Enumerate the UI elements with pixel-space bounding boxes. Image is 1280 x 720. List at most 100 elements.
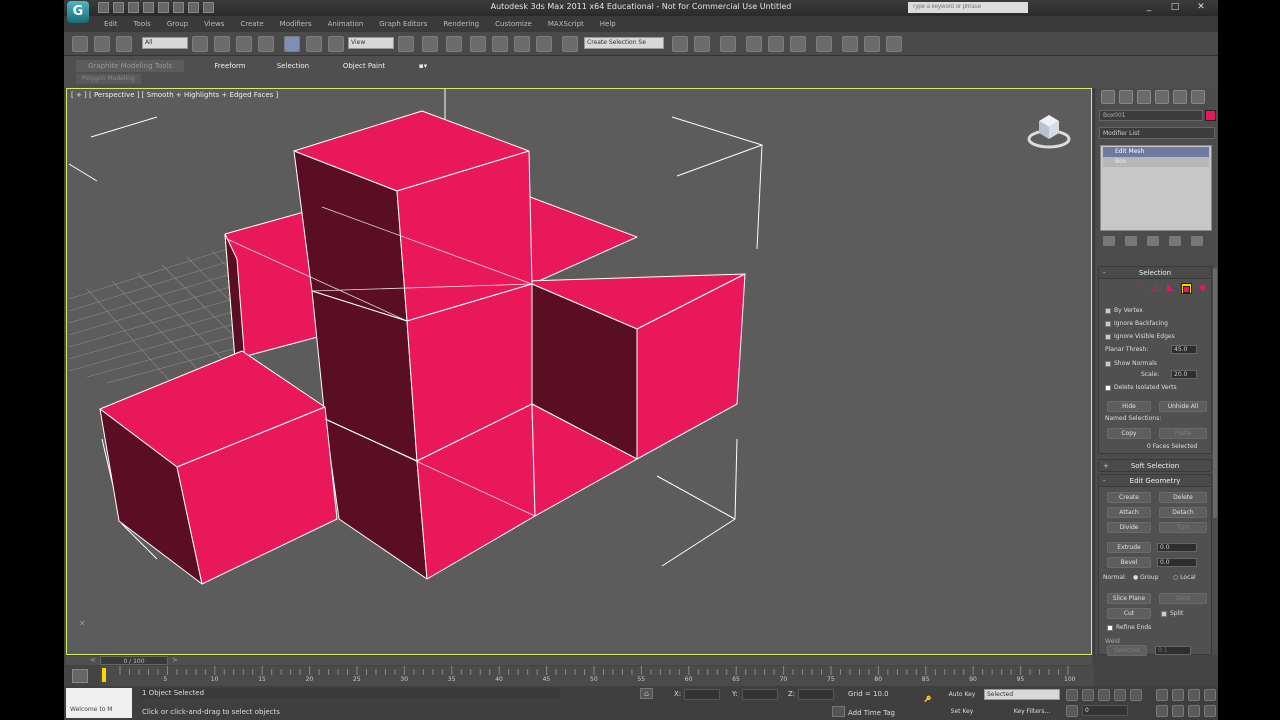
weld-threshold-field[interactable]: 0.1 (1155, 646, 1191, 655)
mirror-icon[interactable] (672, 36, 688, 52)
remove-modifier-icon[interactable] (1169, 236, 1181, 246)
scale-field[interactable]: 20.0 (1171, 370, 1197, 379)
maximize-button[interactable]: □ (1162, 1, 1188, 14)
menu-tools[interactable]: Tools (134, 20, 151, 28)
select-object-icon[interactable] (192, 36, 208, 52)
group-radio[interactable]: ● Group (1133, 574, 1158, 581)
delete-button[interactable]: Delete (1159, 492, 1207, 503)
hide-button[interactable]: Hide (1107, 401, 1151, 412)
selection-rollout-header[interactable]: - Selection (1099, 267, 1211, 279)
selection-filter-dropdown[interactable]: All (142, 37, 188, 49)
time-slider[interactable]: 0 / 100 < > (66, 656, 1092, 665)
tab-graphite-modeling-tools[interactable]: Graphite Modeling Tools (76, 60, 184, 72)
schematic-view-icon[interactable] (790, 36, 806, 52)
polygon-icon[interactable] (1181, 283, 1192, 294)
unhide-all-button[interactable]: Unhide All (1159, 401, 1207, 412)
reference-coordinate-dropdown[interactable]: View (348, 37, 394, 49)
x-coordinate-field[interactable] (684, 689, 720, 700)
extrude-amount-field[interactable]: 0.0 (1157, 543, 1197, 552)
menu-maxscript[interactable]: MAXScript (548, 20, 584, 28)
viewcube-icon[interactable] (1027, 111, 1071, 151)
zoom-all-icon[interactable] (1172, 689, 1184, 701)
time-tag-icon[interactable] (832, 706, 845, 717)
stack-item-box[interactable]: Box (1103, 157, 1209, 167)
show-end-result-icon[interactable] (1125, 236, 1137, 246)
set-key-button[interactable]: Set Key (944, 706, 980, 718)
align-icon[interactable] (694, 36, 710, 52)
menu-views[interactable]: Views (204, 20, 224, 28)
ribbon-options-icon[interactable]: ▪▾ (414, 60, 432, 72)
zoom-extents-icon[interactable] (1188, 689, 1200, 701)
track-bar[interactable]: 5 10 15 20 25 30 35 40 45 50 55 60 65 70 75 80 85 90 95 100 (100, 666, 1094, 686)
object-color-swatch[interactable] (1205, 110, 1216, 121)
go-to-start-icon[interactable] (1066, 689, 1078, 701)
key-filters-button[interactable]: Key Filters... (1004, 706, 1060, 718)
select-by-name-icon[interactable] (214, 36, 230, 52)
box-object[interactable] (99, 110, 746, 585)
modify-tab-icon[interactable] (1119, 90, 1133, 104)
edit-geometry-rollout-header[interactable]: - Edit Geometry (1099, 475, 1211, 487)
ignore-visible-edges-checkbox[interactable]: Ignore Visible Edges (1105, 333, 1175, 340)
refine-ends-checkbox[interactable]: Refine Ends (1107, 624, 1151, 631)
auto-key-button[interactable]: Auto Key (944, 689, 980, 701)
percent-snap-icon[interactable] (514, 36, 530, 52)
scene-canvas[interactable] (67, 89, 1092, 655)
tab-selection[interactable]: Selection (268, 60, 318, 72)
edge-icon[interactable]: ◿ (1149, 283, 1160, 294)
weld-selected-button[interactable]: Selected (1107, 645, 1147, 656)
time-slider-handle[interactable]: 0 / 100 (100, 656, 168, 665)
menu-modifiers[interactable]: Modifiers (280, 20, 312, 28)
render-production-icon[interactable] (886, 36, 902, 52)
application-menu-button[interactable]: G (67, 1, 89, 23)
viewport-label[interactable]: [ + ] [ Perspective ] [ Smooth + Highlig… (71, 91, 278, 99)
add-time-tag-button[interactable]: Add Time Tag (848, 709, 895, 717)
vertex-icon[interactable]: · (1133, 283, 1144, 294)
planar-thresh-field[interactable]: 45.0 (1171, 345, 1197, 354)
edit-named-selection-icon[interactable] (562, 36, 578, 52)
delete-isolated-verts-checkbox[interactable]: Delete Isolated Verts (1105, 384, 1177, 391)
by-vertex-checkbox[interactable]: By Vertex (1105, 307, 1143, 314)
create-button[interactable]: Create (1107, 492, 1151, 503)
split-checkbox[interactable]: Split (1161, 610, 1183, 617)
slice-plane-button[interactable]: Slice Plane (1107, 593, 1151, 604)
configure-modifier-sets-icon[interactable] (1191, 236, 1203, 246)
paste-button[interactable]: Paste (1159, 428, 1207, 439)
maximize-viewport-toggle-icon[interactable] (1204, 705, 1216, 717)
scale-icon[interactable] (328, 36, 344, 52)
perspective-viewport[interactable]: [ + ] [ Perspective ] [ Smooth + Highlig… (66, 88, 1092, 655)
time-slider-prev[interactable]: < (90, 656, 96, 665)
orbit-icon[interactable] (1188, 705, 1200, 717)
open-mini-curve-editor-icon[interactable] (72, 669, 88, 683)
ignore-backfacing-checkbox[interactable]: Ignore Backfacing (1105, 320, 1168, 327)
display-tab-icon[interactable] (1173, 90, 1187, 104)
search-input[interactable] (908, 2, 1028, 13)
keyboard-shortcut-override-icon[interactable] (446, 36, 462, 52)
lock-selection-icon[interactable]: ⌂ (640, 688, 653, 699)
tab-freeform[interactable]: Freeform (202, 60, 258, 72)
pin-stack-icon[interactable] (1103, 236, 1115, 246)
object-name-field[interactable]: Box001 (1099, 110, 1203, 121)
z-coordinate-field[interactable] (798, 689, 834, 700)
menu-rendering[interactable]: Rendering (443, 20, 479, 28)
attach-button[interactable]: Attach (1107, 507, 1151, 518)
named-selection-set-dropdown[interactable]: Create Selection Se (584, 37, 664, 49)
face-icon[interactable]: ◣ (1165, 283, 1176, 294)
soft-selection-rollout-header[interactable]: + Soft Selection (1099, 460, 1211, 472)
pivot-center-icon[interactable] (398, 36, 414, 52)
window-crossing-icon[interactable] (258, 36, 274, 52)
previous-frame-icon[interactable] (1082, 689, 1094, 701)
command-panel-scrollbar[interactable] (1213, 268, 1217, 518)
current-frame-field[interactable]: 0 (1082, 705, 1128, 716)
menu-animation[interactable]: Animation (328, 20, 364, 28)
rotate-icon[interactable] (306, 36, 322, 52)
cut-button[interactable]: Cut (1107, 608, 1151, 619)
material-editor-icon[interactable] (816, 36, 832, 52)
tab-object-paint[interactable]: Object Paint (332, 60, 396, 72)
detach-button[interactable]: Detach (1159, 507, 1207, 518)
motion-tab-icon[interactable] (1155, 90, 1169, 104)
extrude-button[interactable]: Extrude (1107, 542, 1151, 553)
turn-button[interactable]: Turn (1159, 522, 1207, 533)
local-radio[interactable]: ○ Local (1173, 574, 1196, 581)
rendered-frame-window-icon[interactable] (864, 36, 880, 52)
next-frame-icon[interactable] (1114, 689, 1126, 701)
